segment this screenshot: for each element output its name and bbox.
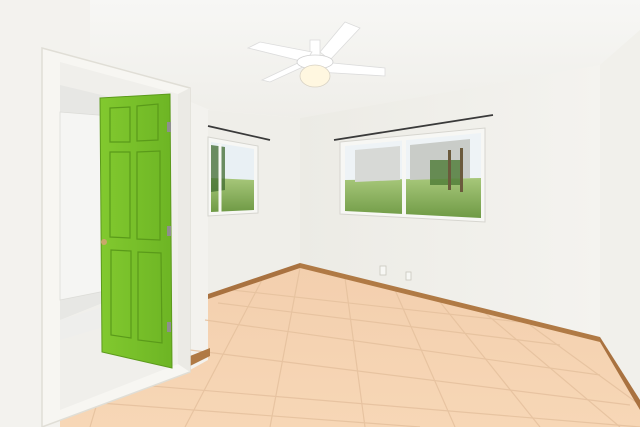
- room-photo: [0, 0, 640, 427]
- open-door-icon: [99, 93, 173, 369]
- wall-outlet-icon: [405, 271, 412, 281]
- wall-outlet-icon: [379, 265, 387, 276]
